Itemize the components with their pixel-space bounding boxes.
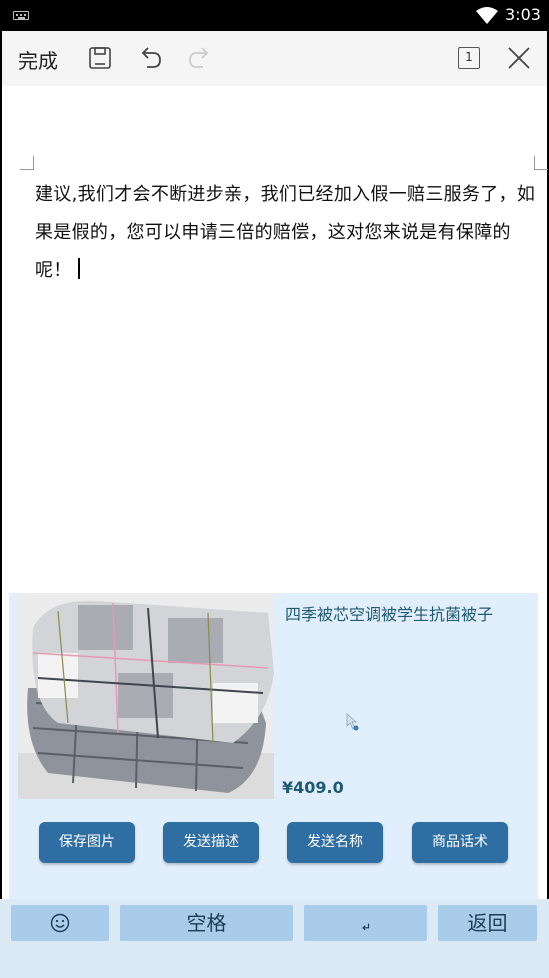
product-image[interactable]	[18, 593, 274, 799]
save-image-button[interactable]: 保存图片	[39, 822, 135, 863]
smiley-icon	[50, 913, 70, 933]
document-text[interactable]: 建议,我们才会不断进步亲，我们已经加入假一赔三服务了，如果是假的，您可以申请三倍…	[35, 176, 540, 290]
back-key[interactable]: 返回	[438, 905, 537, 941]
undo-icon[interactable]	[135, 43, 165, 73]
text-caret	[77, 258, 80, 279]
emoji-key[interactable]	[11, 905, 109, 941]
product-card: 四季被芯空调被学生抗菌被子 ¥409.0 保存图片 发送描述 发送名称 商品话术	[9, 593, 538, 899]
close-icon[interactable]	[504, 43, 534, 73]
editor-toolbar: 完成 1	[2, 31, 547, 86]
keyboard-icon	[13, 11, 29, 20]
status-time: 3:03	[505, 5, 541, 24]
done-button[interactable]: 完成	[18, 45, 58, 74]
product-price: ¥409.0	[282, 778, 344, 797]
space-key[interactable]: 空格	[120, 905, 293, 941]
product-title[interactable]: 四季被芯空调被学生抗菌被子	[285, 601, 493, 625]
page-count-icon[interactable]: 1	[458, 47, 480, 69]
send-description-button[interactable]: 发送描述	[163, 822, 259, 863]
keyboard-bar: 空格 返回	[0, 899, 549, 978]
wifi-icon	[476, 7, 498, 24]
status-bar: 3:03	[0, 0, 549, 31]
pointer-icon	[346, 713, 359, 731]
product-script-button[interactable]: 商品话术	[412, 822, 508, 863]
send-name-button[interactable]: 发送名称	[287, 822, 383, 863]
enter-key[interactable]	[304, 905, 427, 941]
margin-marker-left	[20, 156, 34, 170]
margin-marker-right	[534, 156, 548, 170]
enter-icon	[361, 923, 369, 931]
save-icon[interactable]	[85, 43, 115, 73]
redo-icon[interactable]	[185, 43, 215, 73]
document-area[interactable]: 建议,我们才会不断进步亲，我们已经加入假一赔三服务了，如果是假的，您可以申请三倍…	[2, 86, 548, 624]
